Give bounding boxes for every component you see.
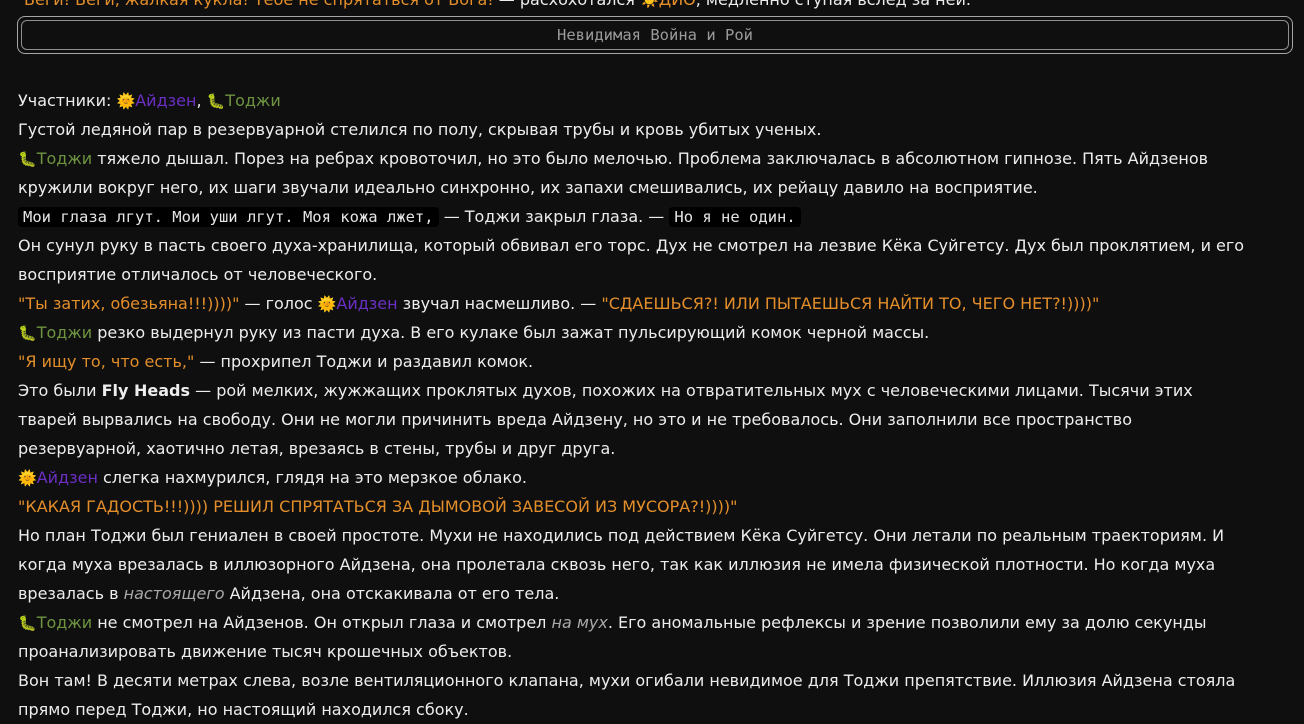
caterpillar-icon: 🐛 <box>206 92 226 110</box>
character-name-toji: Тоджи <box>36 323 93 342</box>
bold-term: Fly Heads <box>101 381 191 400</box>
participants-label: Участники: <box>18 91 117 110</box>
character-name-toji: Тоджи <box>36 613 93 632</box>
narration-text: врезалась в <box>18 584 124 603</box>
story-line: когда муха врезалась в иллюзорного Айдзе… <box>18 555 1216 574</box>
story-line: Вон там! В десяти метрах слева, возле ве… <box>18 671 1236 690</box>
sun-icon: ☀️ <box>640 0 659 9</box>
story-line: Но план Тоджи был гениален в своей прост… <box>18 526 1225 545</box>
story-line: "Ты затих, обезьяна!!!))))" — голос 🌞Айд… <box>18 289 1294 318</box>
story-line: Мои глаза лгут. Мои уши лгут. Моя кожа л… <box>18 202 1294 231</box>
story-line: резервуарной, хаотично летая, врезаясь в… <box>18 439 616 458</box>
scene-title: Невидимая Война и Рой <box>21 20 1289 50</box>
narration-text: Это были <box>18 381 102 400</box>
dio-quote: Беги! Беги, жалкая кукла! Тебе не спрята… <box>24 0 494 9</box>
character-name-dio: ДИО <box>659 0 696 9</box>
dialogue-quote: "Ты затих, обезьяна!!!))))" <box>18 294 240 313</box>
story-line: Это были Fly Heads — рой мелких, жужжащи… <box>18 376 1294 405</box>
narration-text: . Его аномальные рефлексы и зрение позво… <box>607 613 1207 632</box>
dialogue-quote: "СДАЕШЬСЯ?! ИЛИ ПЫТАЕШЬСЯ НАЙТИ ТО, ЧЕГО… <box>601 294 1100 313</box>
dialogue-quote: "Я ищу то, что есть," <box>18 352 195 371</box>
inline-code-thought: Мои глаза лгут. Мои уши лгут. Моя кожа л… <box>18 207 439 227</box>
dialogue-quote: "КАКАЯ ГАДОСТЬ!!!)))) РЕШИЛ СПРЯТАТЬСЯ З… <box>18 497 738 516</box>
story-line: "Я ищу то, что есть," — прохрипел Тоджи … <box>18 347 1294 376</box>
story-line: 🌞Айдзен слегка нахмурился, глядя на это … <box>18 463 1294 492</box>
story-line: прямо перед Тоджи, но настоящий находилс… <box>18 700 469 719</box>
caterpillar-icon: 🐛 <box>18 324 37 342</box>
story-line: Он сунул руку в пасть своего духа-хранил… <box>18 236 1245 255</box>
character-name-toji: Тоджи <box>225 91 281 110</box>
story-line: 🐛Тоджи тяжело дышал. Порез на ребрах кро… <box>18 144 1294 173</box>
caterpillar-icon: 🐛 <box>18 150 37 168</box>
story-message: Участники: 🌞Айдзен, 🐛Тоджи Густой ледяно… <box>18 86 1294 724</box>
story-line: 🐛Тоджи не смотрел на Айдзенов. Он открыл… <box>18 608 1294 637</box>
story-line: проанализировать движение тысяч крошечны… <box>18 642 513 661</box>
character-name-aizen: Айдзен <box>336 294 398 313</box>
story-line: 🐛Тоджи резко выдернул руку из пасти духа… <box>18 318 1294 347</box>
narration-text: — голос <box>239 294 318 313</box>
narration-text: не смотрел на Айдзенов. Он открыл глаза … <box>92 613 552 632</box>
narration-text: — расхохотался <box>494 0 640 9</box>
narration-text: тяжело дышал. Порез на ребрах кровоточил… <box>92 149 1209 168</box>
caterpillar-icon: 🐛 <box>18 614 37 632</box>
narration-text: — рой мелких, жужжащих проклятых духов, … <box>190 381 1193 400</box>
emphasis-text: настоящего <box>123 584 225 603</box>
sun-icon: 🌞 <box>18 469 37 487</box>
sun-icon: 🌞 <box>116 92 136 110</box>
inline-code-thought: Но я не один. <box>669 207 801 227</box>
separator: , <box>196 91 207 110</box>
narration-text: резко выдернул руку из пасти духа. В его… <box>92 323 930 342</box>
sun-icon: 🌞 <box>317 295 337 313</box>
story-line: кружили вокруг него, их шаги звучали иде… <box>18 178 1038 197</box>
emphasis-text: на мух <box>551 613 608 632</box>
narration-text: — Тоджи закрыл глаза. — <box>438 207 670 226</box>
previous-message-tail: Беги! Беги, жалкая кукла! Тебе не спрята… <box>0 0 1304 12</box>
narration-text: звучал насмешливо. — <box>397 294 602 313</box>
character-name-aizen: Айдзен <box>36 468 98 487</box>
narration-text: слегка нахмурился, глядя на это мерзкое … <box>97 468 528 487</box>
character-name-aizen: Айдзен <box>135 91 197 110</box>
narration-text: — прохрипел Тоджи и раздавил комок. <box>194 352 534 371</box>
participants-line: Участники: 🌞Айдзен, 🐛Тоджи <box>18 86 1294 115</box>
story-line: восприятие отличалось от человеческого. <box>18 265 378 284</box>
narration-text: , медленно ступая вслед за ней. <box>696 0 971 9</box>
story-line: Густой ледяной пар в резервуарной стелил… <box>18 120 822 139</box>
story-line: врезалась в настоящего Айдзена, она отск… <box>18 579 1294 608</box>
narration-text: Айдзена, она отскакивала от его тела. <box>224 584 560 603</box>
story-line: тварей вырвались на свободу. Они не могл… <box>18 410 1133 429</box>
scene-title-box: Невидимая Война и Рой <box>17 16 1293 54</box>
character-name-toji: Тоджи <box>36 149 93 168</box>
